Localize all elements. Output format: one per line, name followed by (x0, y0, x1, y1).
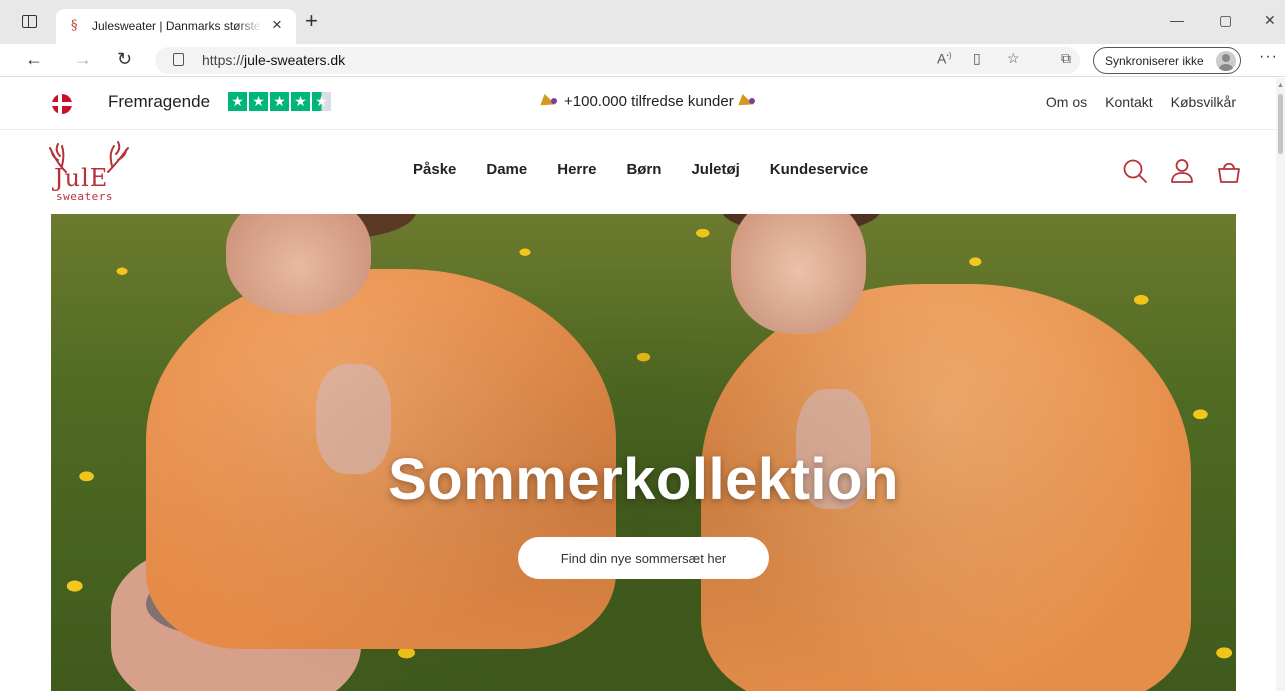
url-text: https://jule-sweaters.dk (202, 52, 346, 68)
address-bar: ← → ↻ https://jule-sweaters.dk Aꞏ) ▯ ☆ ⧉… (0, 44, 1285, 77)
promo-message: +100.000 tilfredse kunder (542, 93, 756, 110)
main-menu: Påske Dame Herre Børn Juletøj Kundeservi… (413, 161, 868, 178)
header-actions (1122, 158, 1242, 184)
promo-text: +100.000 tilfredse kunder (564, 93, 734, 110)
menu-item-women[interactable]: Dame (486, 161, 527, 178)
more-icon[interactable]: ··· (1259, 48, 1278, 66)
restore-button[interactable]: ▢ (1219, 12, 1232, 29)
logo-word: JulE (54, 164, 109, 192)
menu-item-christmas[interactable]: Juletøj (691, 161, 739, 178)
refresh-icon[interactable]: ↻ (117, 49, 132, 70)
search-icon[interactable] (1122, 158, 1148, 184)
scroll-thumb[interactable] (1278, 94, 1283, 154)
site-logo[interactable]: JulE sweaters (48, 138, 134, 206)
profile-avatar (1216, 51, 1236, 71)
web-page: Fremragende ★ ★ ★ ★ ★ +100.000 tilfredse… (0, 78, 1276, 691)
link-contact[interactable]: Kontakt (1105, 94, 1152, 110)
hero-cta-button[interactable]: Find din nye sommersæt her (518, 537, 769, 579)
top-links: Om os Kontakt Købsvilkår (1046, 94, 1236, 110)
menu-item-easter[interactable]: Påske (413, 161, 456, 178)
announcement-bar: Fremragende ★ ★ ★ ★ ★ +100.000 tilfredse… (0, 78, 1276, 130)
new-tab-button[interactable]: + (305, 10, 318, 32)
star-icon: ★ (228, 92, 247, 111)
danish-flag-icon (52, 94, 72, 114)
star-icon: ★ (249, 92, 268, 111)
read-aloud-icon[interactable]: Aꞏ) (937, 50, 951, 67)
trustpilot-stars[interactable]: ★ ★ ★ ★ ★ (228, 92, 331, 111)
cart-icon[interactable] (1216, 158, 1242, 184)
lock-icon[interactable] (173, 53, 184, 66)
party-popper-icon (542, 95, 558, 109)
main-header: JulE sweaters Påske Dame Herre Børn Jule… (0, 130, 1276, 214)
page-scrollbar[interactable]: ▲ (1276, 78, 1285, 691)
browser-tab[interactable]: § Julesweater | Danmarks største u × (56, 9, 296, 44)
close-window-button[interactable]: ✕ (1264, 12, 1276, 29)
favorite-icon[interactable]: ☆ (1007, 50, 1020, 67)
rating-label: Fremragende (108, 92, 211, 111)
sidebar-icon[interactable] (22, 15, 37, 28)
menu-item-customer-service[interactable]: Kundeservice (770, 161, 868, 178)
half-star-icon: ★ (312, 92, 331, 111)
sync-label: Synkroniserer ikke (1105, 54, 1204, 68)
sync-button[interactable]: Synkroniserer ikke (1093, 47, 1241, 74)
browser-tabbar: § Julesweater | Danmarks største u × + —… (0, 0, 1285, 44)
hero-title: Sommerkollektion (388, 447, 899, 512)
collections-icon[interactable]: ⧉ (1061, 50, 1071, 67)
favicon-icon: § (71, 18, 78, 33)
star-icon: ★ (291, 92, 310, 111)
account-icon[interactable] (1169, 158, 1195, 184)
menu-item-kids[interactable]: Børn (626, 161, 661, 178)
menu-item-men[interactable]: Herre (557, 161, 596, 178)
star-icon: ★ (270, 92, 289, 111)
scroll-up-icon[interactable]: ▲ (1277, 82, 1284, 89)
party-popper-icon (740, 95, 756, 109)
logo-subtitle: sweaters (56, 190, 113, 203)
link-about[interactable]: Om os (1046, 94, 1087, 110)
back-icon[interactable]: ← (25, 49, 43, 70)
tab-title: Julesweater | Danmarks største u (92, 19, 262, 33)
minimize-button[interactable]: — (1170, 12, 1184, 28)
hero-banner: Sommerkollektion Find din nye sommersæt … (51, 214, 1236, 691)
forward-icon[interactable]: → (74, 49, 92, 70)
close-tab-icon[interactable]: × (272, 15, 282, 35)
immersive-reader-icon[interactable]: ▯ (973, 50, 981, 67)
link-terms[interactable]: Købsvilkår (1171, 94, 1236, 110)
